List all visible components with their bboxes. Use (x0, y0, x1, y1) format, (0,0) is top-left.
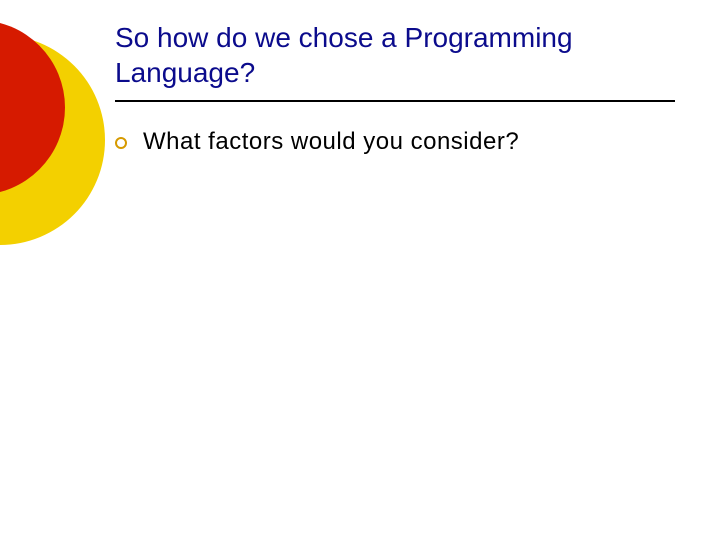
bullet-item: What factors would you consider? (115, 128, 519, 156)
bullet-marker-icon (115, 137, 127, 149)
slide-title: So how do we chose a Programming Languag… (115, 20, 675, 90)
bullet-text: What factors would you consider? (143, 128, 519, 156)
title-divider (115, 100, 675, 102)
